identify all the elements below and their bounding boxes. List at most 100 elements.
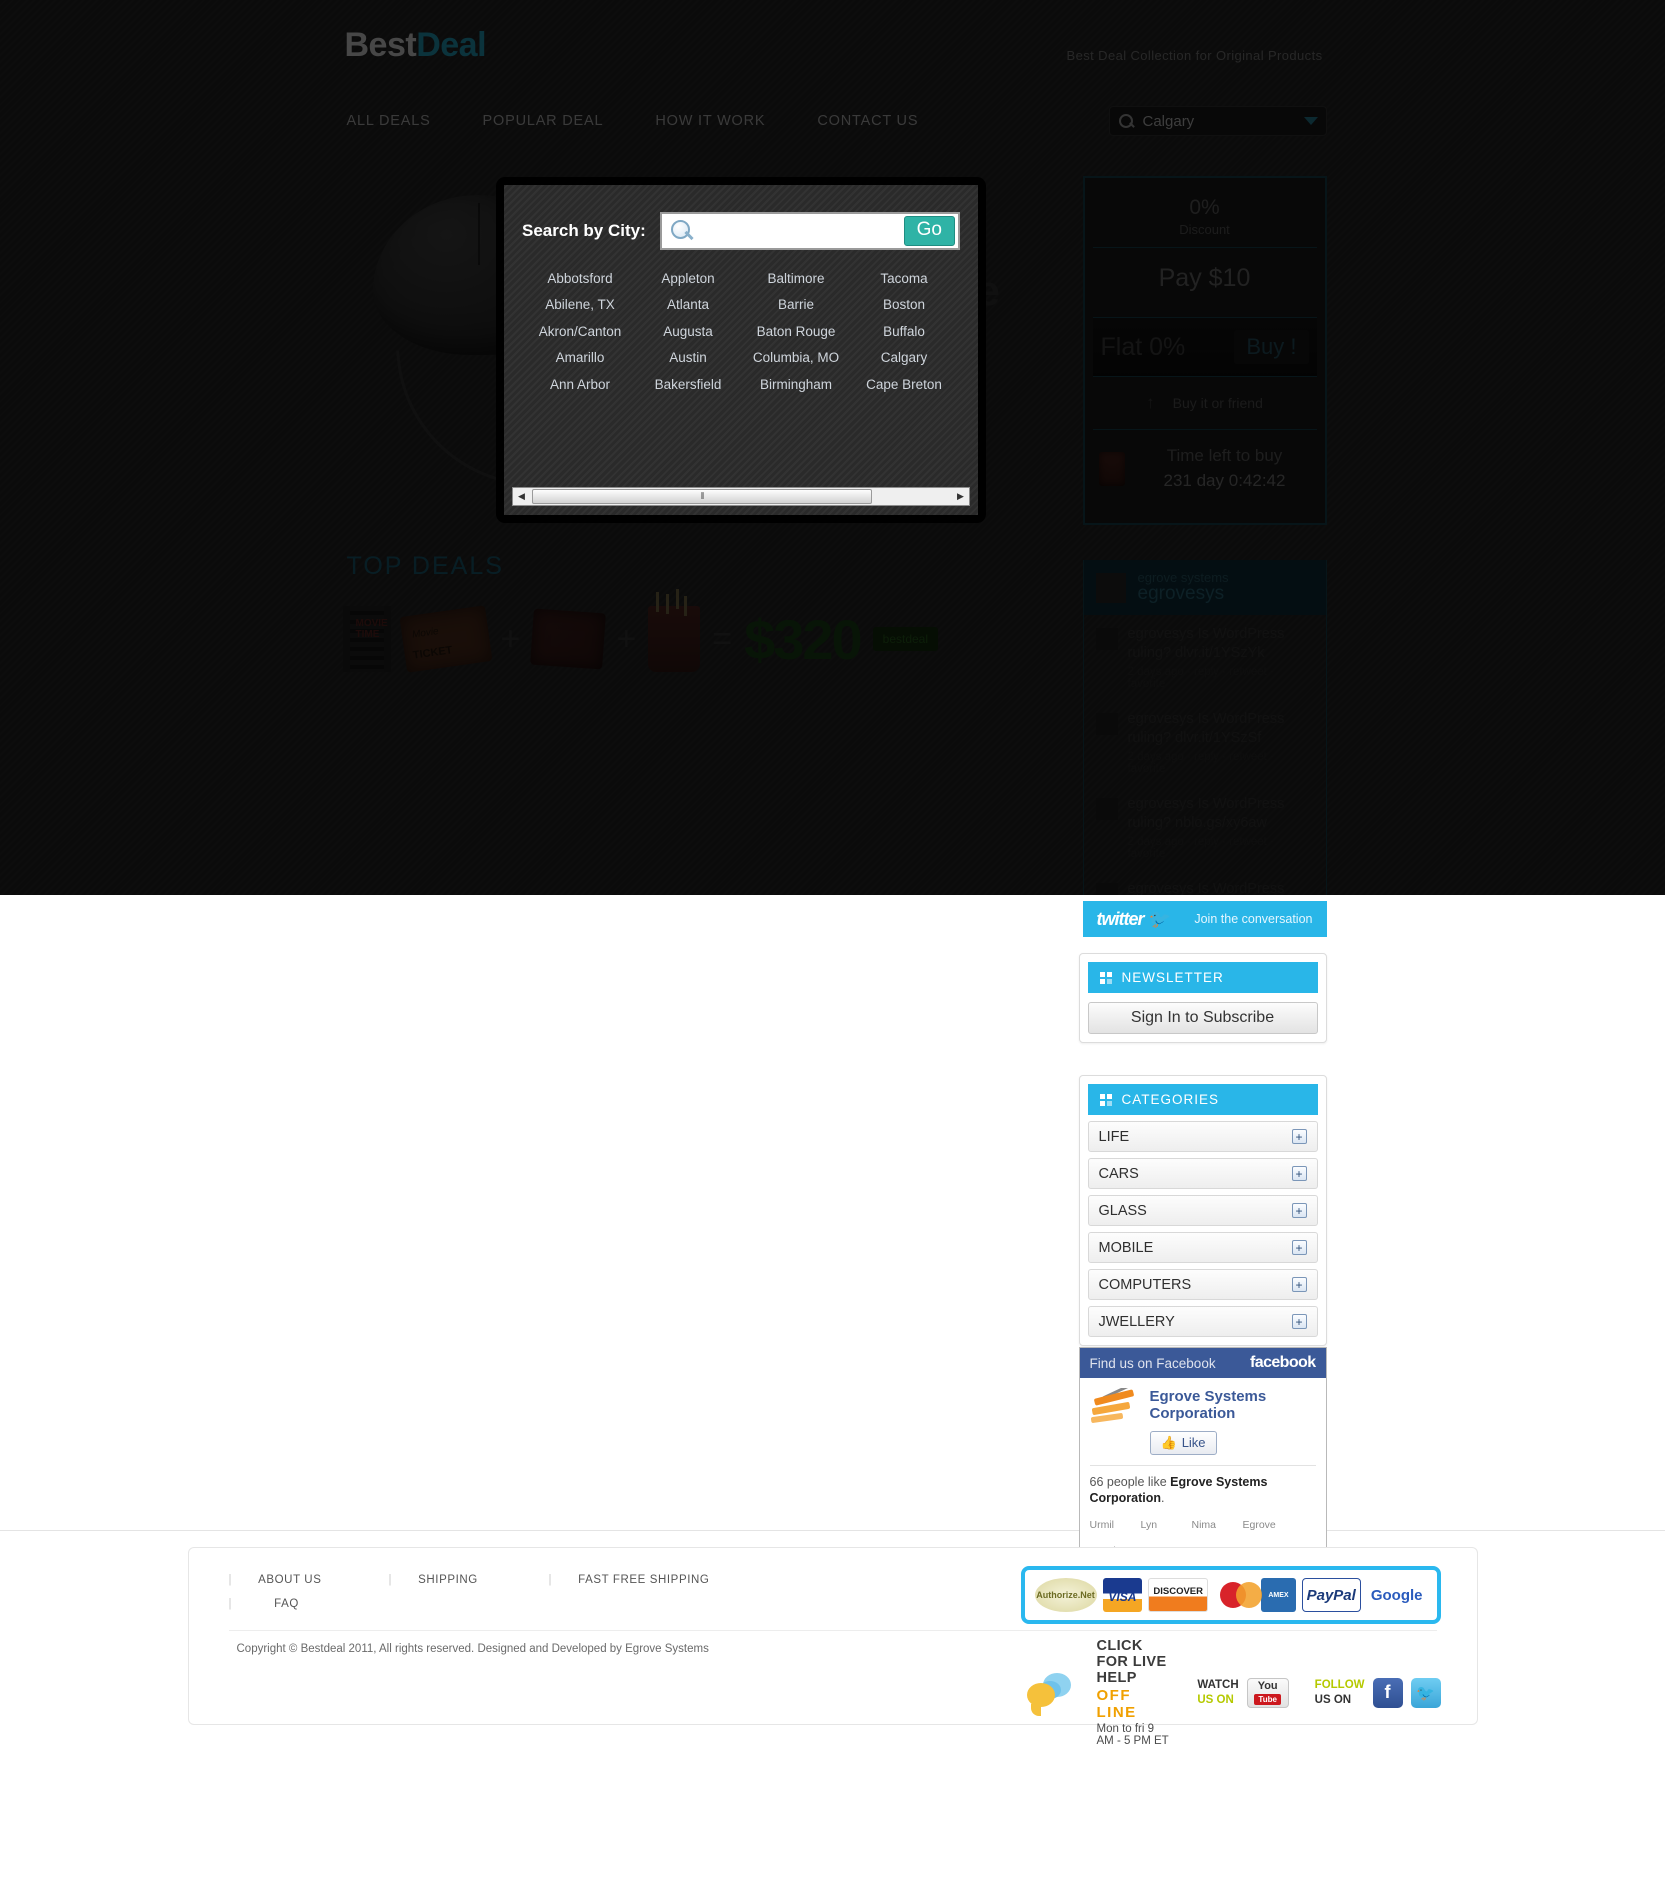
horizontal-scrollbar[interactable]: ◀ ⦀ ▶: [512, 487, 970, 506]
city-link[interactable]: Austin: [634, 345, 742, 371]
list-item[interactable]: egrovesys Is WordPress Ruling? blog.egro…: [1084, 870, 1326, 895]
city-link[interactable]: Bakersfield: [634, 372, 742, 398]
watch-us-on-youtube[interactable]: WATCH US ON You Tube: [1197, 1677, 1289, 1708]
tweet-text: egrovesys Is WordPress ruling? dlvr.it/1…: [1127, 711, 1285, 746]
time-left-label: Time left to buy: [1166, 446, 1283, 465]
city-link[interactable]: Birmingham: [742, 372, 850, 398]
city-link[interactable]: Columbia, MO: [742, 345, 850, 371]
facebook-face[interactable]: Lyn: [1141, 1515, 1186, 1533]
twitter-icon[interactable]: 🐦: [1410, 1677, 1441, 1708]
facebook-page-info: Egrove Systems Corporation 👍 Like: [1149, 1388, 1316, 1455]
expand-plus-icon[interactable]: +: [1291, 1166, 1307, 1181]
scrollbar-thumb[interactable]: ⦀: [532, 489, 872, 504]
city-link[interactable]: Buffalo: [850, 319, 958, 345]
list-item[interactable]: egrovesys Is WordPress ruling? dlvr.it/1…: [1084, 615, 1326, 700]
expand-plus-icon[interactable]: +: [1291, 1129, 1307, 1144]
expand-plus-icon[interactable]: +: [1291, 1240, 1307, 1255]
category-label: CARS: [1098, 1165, 1139, 1182]
list-item[interactable]: egrovesys Is WordPress ruling? nblo.gs/x…: [1084, 785, 1326, 870]
city-column-4: Tacoma Boston Buffalo Calgary Cape Breto…: [850, 266, 958, 398]
youtube-icon[interactable]: You Tube: [1246, 1677, 1289, 1708]
site-logo[interactable]: BestDeal: [345, 26, 487, 65]
twitter-feed-names: egrove systems egrovesys: [1138, 570, 1229, 605]
city-link[interactable]: Atlanta: [634, 292, 742, 318]
footer-link-row: | ABOUT US: [229, 1574, 389, 1586]
facebook-wordmark: facebook: [1250, 1354, 1316, 1371]
footer-link-shipping[interactable]: SHIPPING: [418, 1574, 478, 1586]
category-item-glass[interactable]: GLASS +: [1087, 1195, 1318, 1226]
category-label: MOBILE: [1098, 1239, 1154, 1256]
scroll-right-arrow-icon[interactable]: ▶: [952, 488, 969, 505]
city-link[interactable]: Appleton: [634, 266, 742, 292]
city-link[interactable]: Akron/Canton: [526, 319, 634, 345]
city-link[interactable]: Augusta: [634, 319, 742, 345]
category-label: GLASS: [1098, 1202, 1147, 1219]
header-city-search[interactable]: Calgary: [1108, 106, 1327, 136]
sign-in-to-subscribe-button[interactable]: Sign In to Subscribe: [1087, 1002, 1318, 1034]
facebook-like-button[interactable]: 👍 Like: [1149, 1430, 1217, 1455]
nav-item-contact-us[interactable]: CONTACT US: [817, 113, 918, 129]
movie-ticket-icon: Movie TICKET: [399, 605, 492, 673]
plus-sign-1: +: [500, 619, 521, 658]
facebook-like-count: 66 people like Egrove Systems Corporatio…: [1089, 1464, 1316, 1508]
category-item-cars[interactable]: CARS +: [1087, 1158, 1318, 1189]
grid-icon: [1099, 971, 1112, 984]
category-item-jwellery[interactable]: JWELLERY +: [1087, 1306, 1318, 1337]
discount-row: 0% Discount: [1092, 186, 1317, 248]
live-help-text[interactable]: CLICK FOR LIVE HELP OFF LINE Mon to fri …: [1097, 1638, 1172, 1747]
nav-item-how-it-work[interactable]: HOW IT WORK: [655, 113, 765, 129]
buy-button[interactable]: Buy !: [1234, 330, 1309, 364]
city-link[interactable]: Cape Breton: [850, 372, 958, 398]
city-link[interactable]: Calgary: [850, 345, 958, 371]
go-button[interactable]: Go: [903, 216, 955, 246]
follow-us-on-social[interactable]: FOLLOW US ON f 🐦: [1315, 1677, 1441, 1708]
search-icon: [1118, 113, 1135, 130]
modal-body: Search by City: Go Abbotsford Abilene, T…: [504, 185, 978, 515]
category-item-mobile[interactable]: MOBILE +: [1087, 1232, 1318, 1263]
city-link[interactable]: Abbotsford: [526, 266, 634, 292]
buy-for-friend-row[interactable]: ↑ Buy it or friend: [1092, 377, 1317, 430]
category-item-computers[interactable]: COMPUTERS +: [1087, 1269, 1318, 1300]
city-link[interactable]: Barrie: [742, 292, 850, 318]
expand-plus-icon[interactable]: +: [1291, 1277, 1307, 1292]
city-link[interactable]: Abilene, TX: [526, 292, 634, 318]
expand-plus-icon[interactable]: +: [1291, 1314, 1307, 1329]
scroll-left-arrow-icon[interactable]: ◀: [513, 488, 530, 505]
avatar: [1095, 798, 1118, 821]
footer-link-faq[interactable]: FAQ: [258, 1598, 299, 1610]
city-link[interactable]: Baltimore: [742, 266, 850, 292]
face-name: Lyn: [1140, 1519, 1158, 1532]
facebook-face[interactable]: Urmil: [1090, 1515, 1135, 1533]
fries-icon: [648, 592, 701, 672]
tweet-meta: 2 days ago · reply · retweet · favorite: [1127, 751, 1274, 776]
deal-summary-box: 0% Discount Pay $10 Flat 0% Buy ! ↑ Buy …: [1082, 176, 1327, 525]
city-link[interactable]: Tacoma: [850, 266, 958, 292]
facebook-face[interactable]: Egrove: [1243, 1515, 1288, 1533]
scrollbar-track[interactable]: ⦀: [530, 488, 952, 505]
list-item[interactable]: egrovesys Is WordPress ruling? dlvr.it/1…: [1084, 700, 1326, 785]
nav-item-popular-deal[interactable]: POPULAR DEAL: [483, 113, 604, 129]
city-search-field[interactable]: Go: [659, 212, 960, 250]
twitter-join-bar[interactable]: twitter 🐦 Join the conversation: [1082, 901, 1327, 937]
hourglass-icon: [1098, 451, 1125, 486]
authorize-net-badge: Authorize.Net: [1034, 1578, 1097, 1612]
search-by-city-modal: Search by City: Go Abbotsford Abilene, T…: [497, 178, 985, 522]
nav-item-all-deals[interactable]: ALL DEALS: [347, 113, 431, 129]
city-link[interactable]: Boston: [850, 292, 958, 318]
facebook-faces-row-1: Urmil Lyn Nima Egrove: [1090, 1515, 1316, 1533]
expand-plus-icon[interactable]: +: [1291, 1203, 1307, 1218]
equals-sign: =: [712, 619, 733, 658]
city-link[interactable]: Baton Rouge: [742, 319, 850, 345]
city-link[interactable]: Ann Arbor: [526, 372, 634, 398]
lower-white-region: twitter 🐦 Join the conversation NEWSLETTE…: [0, 895, 1665, 1599]
search-input[interactable]: [693, 214, 904, 248]
facebook-icon[interactable]: f: [1372, 1677, 1403, 1708]
category-item-life[interactable]: LIFE +: [1087, 1121, 1318, 1152]
facebook-face[interactable]: Nima: [1192, 1515, 1237, 1533]
footer-link-fast-free-shipping[interactable]: FAST FREE SHIPPING: [578, 1574, 709, 1586]
city-link[interactable]: Amarillo: [526, 345, 634, 371]
divider: |: [228, 1574, 233, 1586]
google-checkout-badge: Google: [1366, 1578, 1427, 1612]
footer-link-about-us[interactable]: ABOUT US: [258, 1574, 321, 1586]
chevron-down-icon[interactable]: [1303, 117, 1318, 125]
